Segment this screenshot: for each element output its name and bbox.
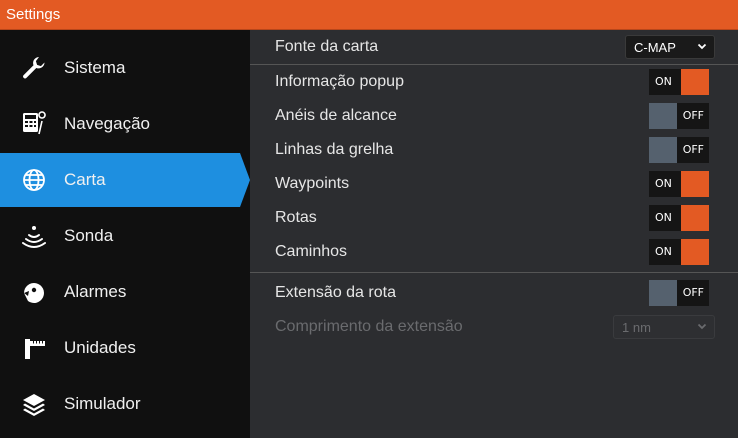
setting-row-caminhos: Caminhos ON <box>250 235 738 269</box>
setting-label: Informação popup <box>275 73 404 90</box>
globe-icon <box>20 166 48 194</box>
units-ruler-icon <box>20 334 48 362</box>
sidebar-item-label: Carta <box>64 170 106 189</box>
toggle-knob <box>649 280 677 306</box>
select-value: 1 nm <box>622 320 651 335</box>
setting-row-fonte-da-carta: Fonte da carta C-MAP <box>250 30 738 64</box>
sidebar-item-label: Unidades <box>64 338 136 357</box>
sidebar-item-alarmes[interactable]: Alarmes <box>0 264 250 320</box>
toggle-knob <box>681 205 709 231</box>
chevron-down-icon <box>697 323 707 330</box>
alarm-icon <box>20 278 48 306</box>
setting-row-linhas-da-grelha: Linhas da grelha OFF <box>250 133 738 167</box>
sidebar-item-label: Sonda <box>64 226 114 245</box>
sidebar-item-label: Alarmes <box>64 282 127 301</box>
sidebar-item-label: Navegação <box>64 114 151 133</box>
setting-label: Waypoints <box>275 175 350 192</box>
setting-label: Caminhos <box>275 243 348 260</box>
toggle-state: OFF <box>682 286 704 299</box>
setting-label: Linhas da grelha <box>275 141 394 158</box>
toggle-knob <box>681 69 709 95</box>
routes-toggle[interactable]: ON <box>649 205 709 231</box>
wrench-icon <box>20 54 48 82</box>
chart-source-select[interactable]: C-MAP <box>625 35 715 59</box>
sidebar-item-carta[interactable]: Carta <box>0 152 250 208</box>
setting-label: Anéis de alcance <box>275 107 397 124</box>
title-bar: Settings <box>0 0 738 30</box>
toggle-knob <box>649 137 677 163</box>
layers-icon <box>20 390 48 418</box>
divider <box>250 272 738 273</box>
toggle-knob <box>681 171 709 197</box>
chevron-down-icon <box>697 43 707 50</box>
route-extension-toggle[interactable]: OFF <box>649 280 709 306</box>
waypoints-toggle[interactable]: ON <box>649 171 709 197</box>
setting-label: Fonte da carta <box>275 38 379 55</box>
setting-label: Extensão da rota <box>275 284 396 301</box>
toggle-state: OFF <box>682 143 704 156</box>
setting-label: Comprimento da extensão <box>275 318 463 335</box>
sidebar-item-navegacao[interactable]: Navegação <box>0 96 250 152</box>
setting-row-extensao-da-rota: Extensão da rota OFF <box>250 276 738 310</box>
window-title: Settings <box>6 6 61 23</box>
sidebar-item-sistema[interactable]: Sistema <box>0 40 250 96</box>
toggle-state: ON <box>655 177 672 190</box>
sidebar-item-label: Simulador <box>64 394 141 413</box>
sidebar-item-unidades[interactable]: Unidades <box>0 320 250 376</box>
sidebar-item-sonda[interactable]: Sonda <box>0 208 250 264</box>
sidebar: Sistema Navegação Carta Sonda Alarmes Un… <box>0 30 250 438</box>
toggle-knob <box>681 239 709 265</box>
toggle-state: ON <box>655 245 672 258</box>
toggle-state: ON <box>655 75 672 88</box>
range-rings-toggle[interactable]: OFF <box>649 103 709 129</box>
settings-panel: Fonte da carta C-MAP Informação popup ON… <box>250 30 738 438</box>
setting-row-aneis-de-alcance: Anéis de alcance OFF <box>250 99 738 133</box>
sidebar-item-label: Sistema <box>64 58 126 77</box>
setting-label: Rotas <box>275 209 317 226</box>
extension-length-select[interactable]: 1 nm <box>613 315 715 339</box>
toggle-state: ON <box>655 211 672 224</box>
setting-row-informacao-popup: Informação popup ON <box>250 65 738 99</box>
grid-lines-toggle[interactable]: OFF <box>649 137 709 163</box>
trails-toggle[interactable]: ON <box>649 239 709 265</box>
toggle-state: OFF <box>682 109 704 122</box>
setting-row-comprimento-da-extensao: Comprimento da extensão 1 nm <box>250 310 738 344</box>
setting-row-rotas: Rotas ON <box>250 201 738 235</box>
select-value: C-MAP <box>634 40 676 55</box>
sidebar-item-simulador[interactable]: Simulador <box>0 376 250 432</box>
popup-info-toggle[interactable]: ON <box>649 69 709 95</box>
sonar-icon <box>20 222 48 250</box>
setting-row-waypoints: Waypoints ON <box>250 167 738 201</box>
toggle-knob <box>649 103 677 129</box>
navigation-calculator-icon <box>20 110 48 138</box>
